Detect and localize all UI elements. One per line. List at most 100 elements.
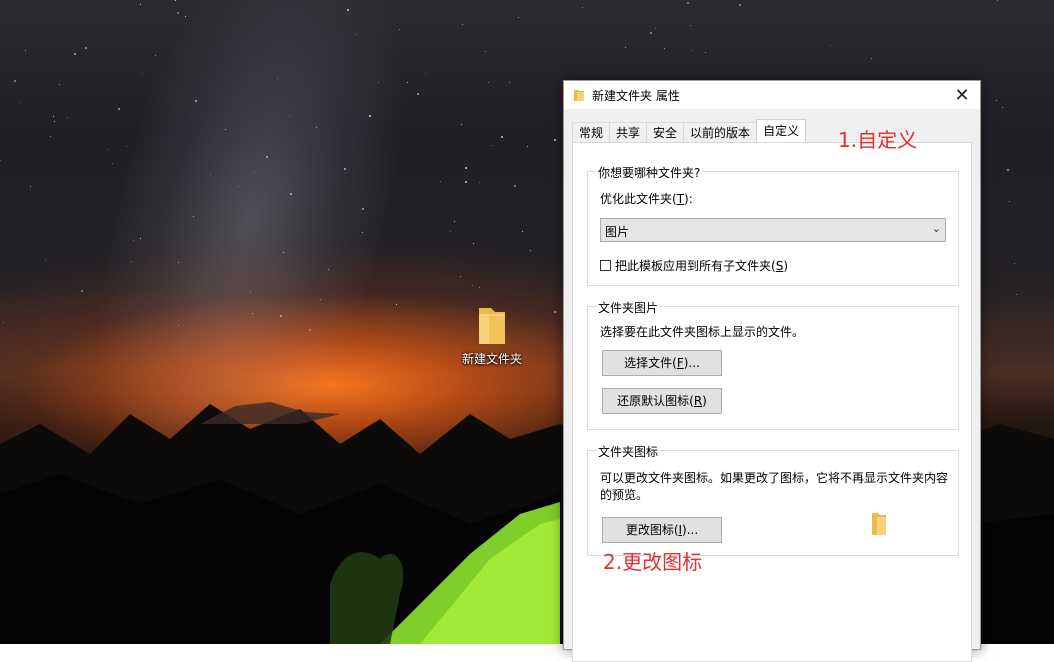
star <box>582 7 583 8</box>
close-button[interactable]: ✕ <box>944 81 980 109</box>
star <box>316 127 317 128</box>
dialog-titlebar[interactable]: 新建文件夹 属性 ✕ <box>564 81 980 109</box>
star <box>705 52 706 53</box>
star <box>479 287 480 288</box>
star <box>185 16 186 17</box>
star <box>283 252 284 253</box>
star <box>108 149 109 150</box>
star <box>14 80 16 82</box>
star <box>473 243 474 244</box>
optimize-select-value: 图片 <box>605 225 630 239</box>
star <box>871 58 872 59</box>
star <box>20 102 21 103</box>
star <box>655 28 656 29</box>
star <box>1014 263 1015 264</box>
customize-panel: 你想要哪种文件夹? 优化此文件夹(T): 图片 ⌄ 把此模板应用到所有子文件夹(… <box>572 142 972 662</box>
star <box>472 285 473 286</box>
star <box>30 186 31 187</box>
star <box>155 55 156 56</box>
star <box>112 163 113 164</box>
star <box>266 156 268 158</box>
tab-general[interactable]: 常规 <box>572 122 611 142</box>
star <box>250 291 251 292</box>
star <box>425 73 426 74</box>
star <box>280 315 282 317</box>
star <box>460 276 461 277</box>
star <box>417 93 419 95</box>
star <box>479 182 480 183</box>
star <box>522 231 523 232</box>
star <box>289 116 290 117</box>
star <box>225 129 226 130</box>
tab-security[interactable]: 安全 <box>646 122 685 142</box>
star <box>625 47 626 48</box>
star <box>462 24 463 25</box>
star <box>25 50 26 51</box>
star <box>440 181 441 182</box>
star <box>177 12 179 14</box>
star <box>131 261 132 262</box>
star <box>1009 201 1010 202</box>
star <box>53 116 54 117</box>
star <box>461 124 462 125</box>
folder-preview-icon <box>872 513 886 535</box>
star <box>996 100 997 101</box>
star <box>193 216 194 217</box>
star <box>210 174 211 175</box>
star <box>554 311 556 313</box>
star <box>488 82 489 83</box>
star <box>465 167 467 169</box>
star <box>362 208 364 210</box>
star <box>450 231 451 232</box>
star <box>687 2 689 4</box>
star <box>465 181 467 183</box>
optimize-select[interactable]: 图片 ⌄ <box>600 218 946 242</box>
desktop-folder-icon[interactable]: 新建文件夹 <box>452 304 532 367</box>
chevron-down-icon: ⌄ <box>931 222 941 235</box>
star <box>344 168 346 170</box>
star <box>485 51 486 52</box>
tab-previous-versions[interactable]: 以前的版本 <box>683 122 758 142</box>
choose-file-button[interactable]: 选择文件(F)... <box>602 350 722 376</box>
folder-icon-description-line2: 的预览。 <box>600 488 649 502</box>
apply-subfolders-option[interactable]: 把此模板应用到所有子文件夹(S) <box>600 257 788 274</box>
star <box>320 299 321 300</box>
change-icon-button[interactable]: 更改图标(I)... <box>602 517 722 543</box>
annotation-step1: 1.自定义 <box>838 128 918 152</box>
star <box>50 136 51 137</box>
folder-icon-legend: 文件夹图标 <box>596 443 661 460</box>
folder-icon <box>479 308 505 344</box>
optimize-label: 优化此文件夹(T): <box>600 192 693 206</box>
star <box>118 108 120 110</box>
folder-picture-legend: 文件夹图片 <box>596 299 661 316</box>
star <box>45 259 46 260</box>
star <box>3 322 4 323</box>
star <box>1016 294 1017 295</box>
dialog-title: 新建文件夹 属性 <box>592 89 680 103</box>
star <box>362 232 363 233</box>
folder-icon-description-line1: 可以更改文件夹图标。如果更改了图标，它将不再显示文件夹内容 <box>600 471 949 485</box>
star <box>126 146 127 147</box>
star <box>997 0 998 1</box>
star <box>830 45 831 46</box>
star <box>133 240 134 241</box>
star <box>739 4 741 6</box>
star <box>690 25 691 26</box>
star <box>1002 107 1003 108</box>
restore-default-button[interactable]: 还原默认图标(R) <box>602 388 722 414</box>
star <box>399 29 400 30</box>
star <box>140 238 141 239</box>
folder-picture-description: 选择要在此文件夹图标上显示的文件。 <box>600 325 805 339</box>
star <box>407 82 408 83</box>
star <box>140 4 141 5</box>
star <box>59 84 60 85</box>
star <box>328 269 329 270</box>
folder-icon <box>574 90 584 101</box>
star <box>74 53 76 55</box>
folder-type-legend: 你想要哪种文件夹? <box>596 164 703 181</box>
apply-subfolders-checkbox[interactable] <box>600 260 611 271</box>
star <box>54 121 55 122</box>
tab-sharing[interactable]: 共享 <box>609 122 648 142</box>
tab-customize[interactable]: 自定义 <box>756 119 807 142</box>
star <box>1007 169 1009 171</box>
